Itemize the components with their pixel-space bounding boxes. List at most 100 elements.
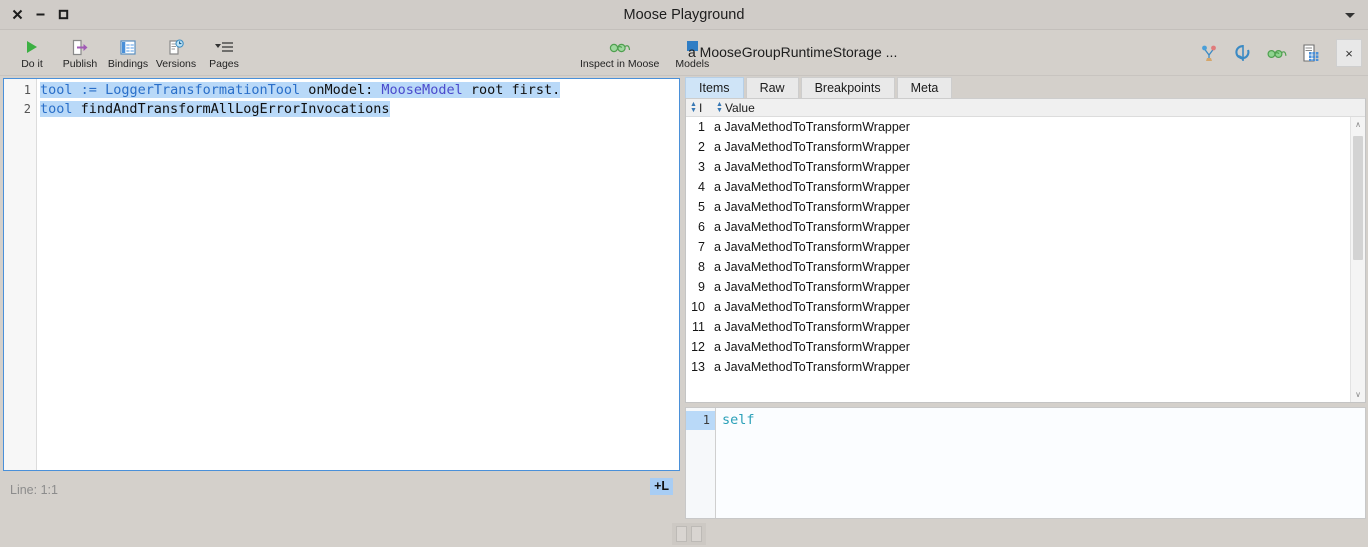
publish-button[interactable]: Publish (56, 35, 104, 70)
tab-breakpoints[interactable]: Breakpoints (800, 77, 895, 98)
table-row[interactable]: 13 a JavaMethodToTransformWrapper (686, 357, 1350, 377)
column-header-value[interactable]: ▲ ▼ Value (712, 101, 755, 115)
minimize-window-icon[interactable] (33, 8, 47, 22)
table-row[interactable]: 5 a JavaMethodToTransformWrapper (686, 197, 1350, 217)
toolbar-right-group: × (1198, 30, 1362, 76)
main-body: 1 2 tool := LoggerTransformationTool onM… (0, 76, 1368, 519)
table-row[interactable]: 2 a JavaMethodToTransformWrapper (686, 137, 1350, 157)
inspect-in-moose-button[interactable]: Inspect in Moose (572, 35, 667, 70)
scrollbar-track[interactable] (1351, 132, 1365, 387)
scrollbar-thumb[interactable] (1353, 136, 1363, 260)
row-value: a JavaMethodToTransformWrapper (714, 240, 910, 254)
row-value: a JavaMethodToTransformWrapper (714, 300, 910, 314)
table-row[interactable]: 11 a JavaMethodToTransformWrapper (686, 317, 1350, 337)
bottom-toggle-group (672, 523, 706, 545)
row-value: a JavaMethodToTransformWrapper (714, 360, 910, 374)
mini-editor-code-line: self (716, 411, 1365, 430)
items-list-header: ▲ ▼ I ▲ ▼ Value (686, 99, 1365, 117)
tab-raw[interactable]: Raw (745, 77, 799, 98)
row-index: 12 (691, 340, 705, 354)
editor-code-line: tool := LoggerTransformationTool onModel… (40, 82, 561, 98)
refresh-cycle-icon[interactable] (1232, 42, 1254, 64)
table-row[interactable]: 12 a JavaMethodToTransformWrapper (686, 337, 1350, 357)
bottom-toggle-right[interactable] (691, 526, 702, 542)
row-value: a JavaMethodToTransformWrapper (714, 340, 910, 354)
sort-arrows-icon: ▲ ▼ (716, 100, 723, 114)
row-value: a JavaMethodToTransformWrapper (714, 280, 910, 294)
inspect-in-moose-label: Inspect in Moose (580, 58, 660, 70)
editor-code-line: tool findAndTransformAllLogErrorInvocati… (40, 101, 390, 117)
row-index: 1 (698, 120, 705, 134)
table-row[interactable]: 6 a JavaMethodToTransformWrapper (686, 217, 1350, 237)
publish-arrow-icon (71, 37, 89, 57)
table-row[interactable]: 9 a JavaMethodToTransformWrapper (686, 277, 1350, 297)
mini-editor-text-area[interactable]: self (716, 408, 1365, 518)
row-index: 8 (698, 260, 705, 274)
row-value: a JavaMethodToTransformWrapper (714, 200, 910, 214)
pages-label: Pages (209, 58, 239, 70)
window-menu-button[interactable] (1332, 0, 1368, 30)
items-list-scrollbar[interactable]: ∧ ∨ (1350, 117, 1365, 402)
table-row[interactable]: 7 a JavaMethodToTransformWrapper (686, 237, 1350, 257)
playground-left-pane: 1 2 tool := LoggerTransformationTool onM… (0, 76, 683, 519)
tab-items[interactable]: Items (685, 77, 744, 98)
table-columns-icon (119, 37, 137, 57)
row-index: 13 (691, 360, 705, 374)
close-window-icon[interactable] (10, 8, 24, 22)
window-controls (0, 0, 70, 29)
list-lines-icon (214, 37, 234, 57)
column-header-index[interactable]: ▲ ▼ I (686, 101, 712, 115)
row-value: a JavaMethodToTransformWrapper (714, 140, 910, 154)
glasses-green-icon[interactable] (1266, 42, 1288, 64)
editor-text-area[interactable]: tool := LoggerTransformationTool onModel… (37, 79, 679, 470)
sort-arrows-icon: ▲ ▼ (690, 100, 697, 114)
code-editor[interactable]: 1 2 tool := LoggerTransformationTool onM… (3, 78, 680, 471)
mini-editor-line-number: 1 (686, 411, 715, 430)
publish-label: Publish (62, 58, 98, 70)
table-row[interactable]: 8 a JavaMethodToTransformWrapper (686, 257, 1350, 277)
row-index: 10 (691, 300, 705, 314)
do-it-label: Do it (21, 58, 43, 70)
table-row[interactable]: 1 a JavaMethodToTransformWrapper (686, 117, 1350, 137)
do-it-button[interactable]: Do it (8, 35, 56, 70)
add-line-button[interactable]: +L (650, 478, 673, 495)
table-row[interactable]: 3 a JavaMethodToTransformWrapper (686, 157, 1350, 177)
scroll-down-icon[interactable]: ∨ (1351, 387, 1365, 402)
row-value: a JavaMethodToTransformWrapper (714, 180, 910, 194)
table-row[interactable]: 10 a JavaMethodToTransformWrapper (686, 297, 1350, 317)
items-list-rows: 1 a JavaMethodToTransformWrapper 2 a JavaM… (686, 117, 1350, 402)
editor-status-bar: Line: 1:1 +L (0, 471, 683, 519)
row-index: 7 (698, 240, 705, 254)
bindings-label: Bindings (107, 58, 149, 70)
spreadsheet-icon[interactable] (1300, 42, 1322, 64)
window-title: Moose Playground (623, 6, 745, 23)
row-index: 3 (698, 160, 705, 174)
maximize-window-icon[interactable] (56, 8, 70, 22)
pages-button[interactable]: Pages (200, 35, 248, 70)
scroll-up-icon[interactable]: ∧ (1351, 117, 1365, 132)
mini-editor-gutter: 1 (686, 408, 716, 518)
context-object-label: a MooseGroupRuntimeStorage ... (688, 44, 898, 60)
table-row[interactable]: 4 a JavaMethodToTransformWrapper (686, 177, 1350, 197)
bottom-toggle-left[interactable] (676, 526, 687, 542)
tree-graph-icon[interactable] (1198, 42, 1220, 64)
inspector-code-editor[interactable]: 1 self (685, 407, 1366, 519)
row-index: 6 (698, 220, 705, 234)
editor-gutter: 1 2 (4, 79, 37, 470)
versions-label: Versions (155, 58, 197, 70)
row-value: a JavaMethodToTransformWrapper (714, 320, 910, 334)
mini-editor-code-text: self (722, 412, 755, 428)
close-pane-button[interactable]: × (1336, 39, 1362, 67)
editor-line-number: 1 (23, 83, 31, 97)
items-list-panel: ▲ ▼ I ▲ ▼ Value 1 a JavaMethodToTransformWr… (685, 98, 1366, 403)
toolbar-left-group: Do it Publish Bindings Versions Pages (0, 35, 248, 70)
items-list-body: 1 a JavaMethodToTransformWrapper 2 a JavaM… (686, 117, 1365, 402)
versions-button[interactable]: Versions (152, 35, 200, 70)
play-triangle-icon (23, 37, 41, 57)
tab-meta[interactable]: Meta (896, 77, 953, 98)
chevron-down-icon (1345, 12, 1355, 18)
row-value: a JavaMethodToTransformWrapper (714, 160, 910, 174)
bindings-button[interactable]: Bindings (104, 35, 152, 70)
row-index: 9 (698, 280, 705, 294)
editor-line-number: 2 (23, 102, 31, 116)
